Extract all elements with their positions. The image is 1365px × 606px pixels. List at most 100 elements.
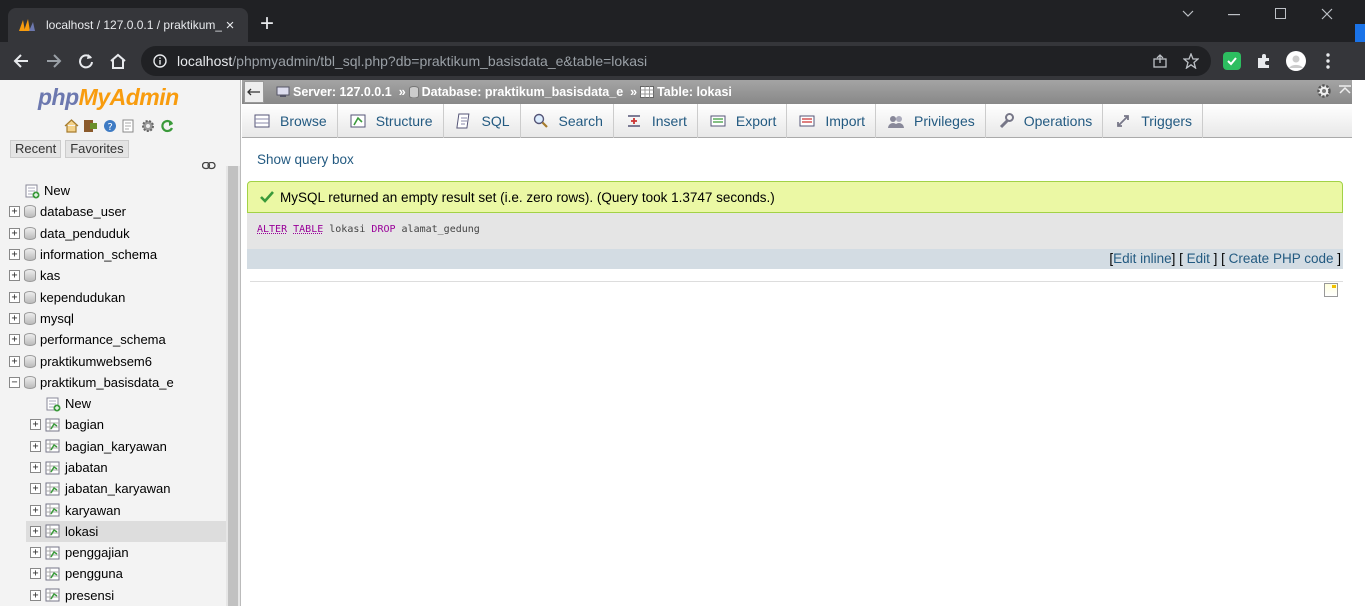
tree-item[interactable]: + bagian [0, 414, 226, 435]
tab-structure[interactable]: Structure [338, 104, 444, 138]
collapse-arrows-icon[interactable] [1338, 84, 1352, 98]
close-window-icon[interactable] [1321, 8, 1333, 20]
bookmark-star-icon[interactable] [1183, 53, 1199, 69]
tree-item[interactable]: + bagian_karyawan [0, 436, 226, 457]
new-tab-button[interactable]: + [260, 12, 274, 36]
expand-icon[interactable]: + [30, 440, 41, 452]
expand-icon[interactable]: + [9, 227, 20, 239]
tab-import[interactable]: Import [787, 104, 877, 138]
expand-icon[interactable]: + [9, 270, 20, 282]
home-icon[interactable] [64, 118, 79, 133]
show-query-box-link[interactable]: Show query box [257, 152, 354, 167]
info-icon[interactable] [153, 54, 167, 68]
breadcrumb-database[interactable]: Database: praktikum_basisdata_e [408, 85, 623, 99]
close-tab-icon[interactable]: × [222, 17, 238, 34]
collapse-icon[interactable]: − [9, 376, 20, 388]
logout-icon[interactable] [83, 118, 98, 133]
breadcrumb-table[interactable]: Table: lokasi [640, 85, 732, 99]
help-icon[interactable]: ? [102, 118, 117, 133]
forward-button[interactable] [42, 49, 66, 73]
edit-link[interactable]: Edit [1187, 251, 1210, 266]
browser-menu-icon[interactable] [1318, 51, 1338, 71]
link-with-main-panel-icon[interactable] [202, 162, 216, 170]
settings-gear-icon[interactable] [1316, 83, 1332, 99]
expand-icon[interactable]: + [30, 504, 41, 516]
scrollbar-thumb[interactable] [228, 166, 238, 606]
success-message-text: MySQL returned an empty result set (i.e.… [280, 189, 775, 205]
tree-item[interactable]: + praktikumwebsem6 [0, 350, 226, 371]
tree-item[interactable]: + information_schema [0, 244, 226, 265]
navigation-scrollbar[interactable] [226, 166, 240, 606]
tab-search-chevron-icon[interactable] [1182, 10, 1194, 18]
tree-item[interactable]: + jabatan [0, 457, 226, 478]
expand-icon[interactable]: + [30, 462, 41, 473]
expand-icon[interactable]: + [30, 525, 41, 537]
tab-label: Browse [280, 113, 327, 129]
tab-search[interactable]: Search [521, 104, 614, 138]
reload-button[interactable] [74, 49, 98, 73]
tree-item[interactable]: − praktikum_basisdata_e [0, 372, 226, 393]
tab-privileges[interactable]: Privileges [876, 104, 986, 138]
documentation-icon[interactable] [121, 118, 136, 133]
tree-item[interactable]: + pengguna [0, 563, 226, 584]
browser-tab[interactable]: localhost / 127.0.0.1 / praktikum_ × [8, 8, 248, 42]
expand-icon[interactable]: + [9, 355, 20, 367]
tree-item[interactable]: + mysql [0, 308, 226, 329]
profile-avatar-icon[interactable] [1286, 51, 1306, 71]
back-button[interactable] [9, 49, 33, 73]
tree-item[interactable]: New [0, 393, 226, 414]
address-bar[interactable]: localhost/phpmyadmin/tbl_sql.php?db=prak… [141, 46, 1211, 76]
expand-icon[interactable]: + [9, 249, 20, 261]
share-icon[interactable] [1153, 54, 1167, 68]
tab-export[interactable]: Export [698, 104, 788, 138]
reload-navigation-icon[interactable] [159, 118, 174, 133]
extension-green-icon[interactable] [1222, 51, 1242, 71]
tab-label: SQL [481, 113, 510, 129]
settings-gear-icon[interactable] [140, 118, 155, 133]
collapse-navigation-button[interactable] [244, 81, 264, 103]
table-icon [45, 439, 60, 453]
tab-label: Export [735, 113, 777, 129]
minimize-icon[interactable] [1228, 14, 1240, 16]
tab-recent[interactable]: Recent [10, 140, 62, 158]
tree-item[interactable]: + kependudukan [0, 286, 226, 307]
tree-item-label: praktikumwebsem6 [40, 353, 152, 369]
expand-icon[interactable]: + [30, 568, 41, 580]
tab-favorites[interactable]: Favorites [65, 140, 129, 158]
console-toggle-icon[interactable] [1324, 283, 1338, 297]
tab-browse[interactable]: Browse [242, 104, 338, 138]
home-button[interactable] [106, 49, 130, 73]
tree-item[interactable]: + jabatan_karyawan [0, 478, 226, 499]
breadcrumb-server[interactable]: Server: 127.0.0.1 [276, 85, 392, 99]
tab-label: Import [825, 113, 866, 129]
tree-item[interactable]: + database_user [0, 201, 226, 222]
expand-icon[interactable]: + [9, 334, 20, 346]
tree-item[interactable]: + performance_schema [0, 329, 226, 350]
maximize-icon[interactable] [1275, 8, 1286, 19]
extensions-puzzle-icon[interactable] [1254, 51, 1274, 71]
tree-item[interactable]: + presensi [0, 585, 226, 606]
url-text: localhost/phpmyadmin/tbl_sql.php?db=prak… [177, 53, 647, 69]
sql-keyword-alter[interactable]: ALTER [257, 224, 287, 235]
tree-item[interactable]: New [0, 180, 226, 201]
expand-icon[interactable]: + [9, 312, 20, 324]
tab-operations[interactable]: Operations [986, 104, 1104, 138]
phpmyadmin-logo[interactable]: phpMyAdmin [38, 84, 179, 111]
expand-icon[interactable]: + [9, 291, 20, 303]
tab-triggers[interactable]: Triggers [1103, 104, 1204, 138]
tree-item[interactable]: + data_penduduk [0, 223, 226, 244]
tab-sql[interactable]: SQL [444, 104, 521, 138]
tree-item-selected[interactable]: + lokasi [26, 520, 226, 543]
expand-icon[interactable]: + [9, 206, 20, 218]
expand-icon[interactable]: + [30, 547, 41, 559]
expand-icon[interactable]: + [30, 483, 41, 495]
expand-icon[interactable]: + [30, 589, 41, 601]
tree-item[interactable]: + karyawan [0, 499, 226, 520]
expand-icon[interactable]: + [30, 419, 41, 431]
tab-insert[interactable]: Insert [614, 104, 698, 138]
tree-item[interactable]: + penggajian [0, 542, 226, 563]
tree-item[interactable]: + kas [0, 265, 226, 286]
create-php-code-link[interactable]: Create PHP code [1229, 251, 1334, 266]
edit-inline-link[interactable]: Edit inline [1113, 251, 1172, 266]
sql-keyword-table[interactable]: TABLE [293, 224, 323, 235]
